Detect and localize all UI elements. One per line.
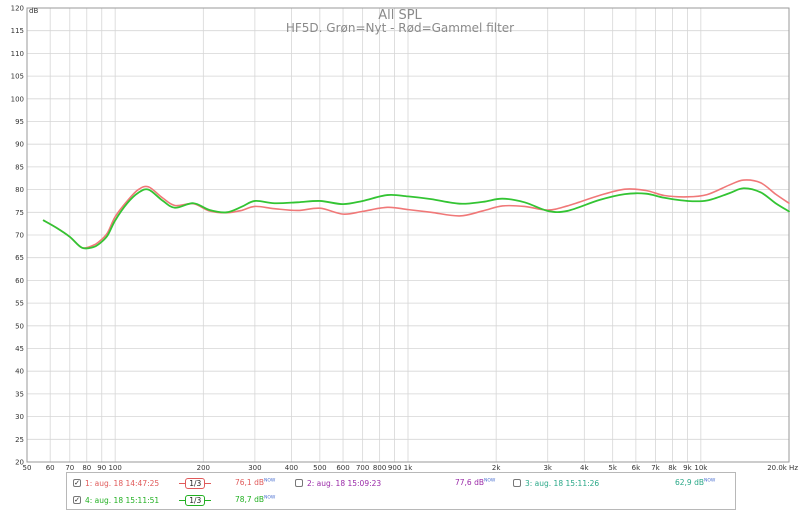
legend-value-3: 62,9 dBNOW xyxy=(675,478,715,487)
line-swatch xyxy=(205,482,212,484)
x-tick-label: 900 xyxy=(388,464,401,470)
y-tick-label: 35 xyxy=(15,390,24,398)
y-tick-label: 90 xyxy=(15,141,24,149)
y-tick-label: 45 xyxy=(15,345,24,353)
series-lines xyxy=(42,179,790,250)
legend-label: 4: aug. 18 15:11:51 xyxy=(85,495,160,505)
y-tick-label: 40 xyxy=(15,368,24,376)
x-tick-label: 10k xyxy=(694,464,708,470)
value-text: 78,7 dB xyxy=(235,495,264,504)
y-tick-label: 75 xyxy=(15,209,24,217)
legend-checkbox-1[interactable]: ✓ xyxy=(73,479,81,487)
series-line-1 xyxy=(42,179,790,249)
y-unit-label: dB xyxy=(29,7,38,15)
smoothing-label: 1/3 xyxy=(185,477,206,489)
x-tick-label: 9k xyxy=(683,464,692,470)
legend-label: 1: aug. 18 14:47:25 xyxy=(85,478,160,488)
legend-label: 3: aug. 18 15:11:26 xyxy=(525,478,600,488)
y-tick-label: 25 xyxy=(15,436,24,444)
y-tick-label: 65 xyxy=(15,254,24,262)
value-tag: NOW xyxy=(264,495,276,501)
x-tick-label: 50 xyxy=(23,464,32,470)
legend-label: 2: aug. 18 15:09:23 xyxy=(307,478,382,488)
x-tick-label: 3k xyxy=(543,464,552,470)
legend-checkbox-3[interactable] xyxy=(513,479,521,487)
legend-item-3[interactable]: 3: aug. 18 15:11:26 xyxy=(513,477,599,489)
legend-value-2: 77,6 dBNOW xyxy=(455,478,495,487)
y-tick-label: 80 xyxy=(15,186,24,194)
x-tick-labels: 50 60 70 80 90 100 200 300 400 500 600 700 800 900 1k 2… xyxy=(23,464,799,470)
smoothing-label: 1/3 xyxy=(185,494,206,506)
y-tick-labels: 2025303540455055606570758085909510010511… xyxy=(11,5,39,467)
x-tick-label: 200 xyxy=(197,464,210,470)
legend-checkbox-2[interactable] xyxy=(295,479,303,487)
value-tag: NOW xyxy=(704,478,716,484)
y-tick-label: 85 xyxy=(15,163,24,171)
y-tick-label: 100 xyxy=(11,95,24,103)
legend-item-4[interactable]: ✓ 4: aug. 18 15:11:51 1/3 xyxy=(73,494,212,506)
x-tick-label: 7k xyxy=(651,464,660,470)
y-tick-label: 55 xyxy=(15,300,24,308)
x-tick-label: 80 xyxy=(82,464,91,470)
smoothing-indicator[interactable]: 1/3 xyxy=(179,477,212,489)
chart-subtitle: HF5D. Grøn=Nyt - Rød=Gammel filter xyxy=(286,21,514,35)
y-tick-label: 105 xyxy=(11,73,24,81)
x-tick-label: 1k xyxy=(404,464,413,470)
x-tick-label: 600 xyxy=(336,464,349,470)
x-tick-label: 800 xyxy=(373,464,386,470)
legend-value-4: 78,7 dBNOW xyxy=(235,495,275,504)
legend-item-2[interactable]: 2: aug. 18 15:09:23 xyxy=(295,477,381,489)
value-text: 76,1 dB xyxy=(235,478,264,487)
y-tick-label: 120 xyxy=(11,5,24,13)
x-tick-label: 6k xyxy=(632,464,641,470)
x-tick-label: 20,0k Hz xyxy=(767,464,798,470)
legend-item-1[interactable]: ✓ 1: aug. 18 14:47:25 1/3 xyxy=(73,477,212,489)
y-tick-label: 30 xyxy=(15,413,24,421)
x-tick-label: 400 xyxy=(285,464,298,470)
y-tick-label: 95 xyxy=(15,118,24,126)
y-tick-label: 60 xyxy=(15,277,24,285)
x-tick-label: 700 xyxy=(356,464,369,470)
x-tick-label: 300 xyxy=(248,464,261,470)
legend-value-1: 76,1 dBNOW xyxy=(235,478,275,487)
x-tick-label: 70 xyxy=(65,464,74,470)
x-tick-label: 60 xyxy=(46,464,55,470)
grid xyxy=(26,7,790,463)
y-tick-label: 50 xyxy=(15,322,24,330)
x-tick-label: 500 xyxy=(313,464,326,470)
value-text: 77,6 dB xyxy=(455,478,484,487)
smoothing-indicator[interactable]: 1/3 xyxy=(179,494,212,506)
legend: ✓ 1: aug. 18 14:47:25 1/3 76,1 dBNOW 2: aug.… xyxy=(66,472,736,510)
line-swatch xyxy=(205,499,212,501)
y-tick-label: 110 xyxy=(11,50,24,58)
y-tick-label: 115 xyxy=(11,27,24,35)
value-text: 62,9 dB xyxy=(675,478,704,487)
x-tick-label: 100 xyxy=(108,464,121,470)
y-tick-label: 70 xyxy=(15,232,24,240)
x-tick-label: 90 xyxy=(97,464,106,470)
value-tag: NOW xyxy=(264,478,276,484)
value-tag: NOW xyxy=(484,478,496,484)
spl-chart: 2025303540455055606570758085909510010511… xyxy=(11,5,799,471)
legend-checkbox-4[interactable]: ✓ xyxy=(73,496,81,504)
x-tick-label: 5k xyxy=(608,464,617,470)
x-tick-label: 2k xyxy=(492,464,501,470)
x-tick-label: 8k xyxy=(668,464,677,470)
x-tick-label: 4k xyxy=(580,464,589,470)
